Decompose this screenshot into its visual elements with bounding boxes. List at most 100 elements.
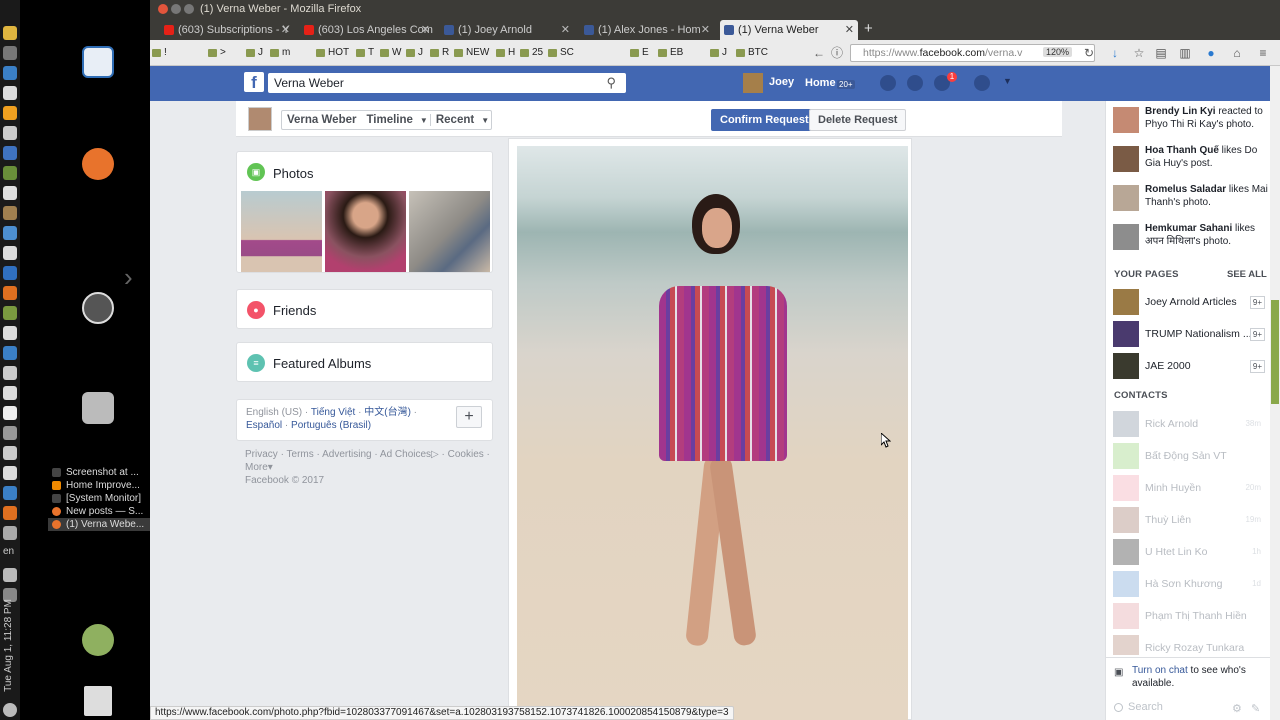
bookmark-item[interactable]: EB [658,46,683,60]
bookmark-item[interactable]: T [356,46,374,60]
bookmark-item[interactable]: J [710,46,727,60]
task-window[interactable]: Home Improve... [48,479,150,492]
contact-item[interactable]: Phạm Thị Thanh Hiền [1113,603,1265,629]
bookmark-item[interactable]: 25 [520,46,543,60]
add-language-button[interactable]: + [456,406,482,428]
footer-link[interactable]: More [245,462,268,473]
photo-thumbnail[interactable] [241,191,322,272]
task-window[interactable]: (1) Verna Webe... [48,518,150,531]
reader-icon[interactable]: ▤ [1154,46,1168,60]
caret-down-icon[interactable]: ▼ [418,116,430,125]
contact-item[interactable]: Minh Huyền 20m [1113,475,1265,501]
photo-thumbnail[interactable] [325,191,406,272]
bookmark-item[interactable]: SC [548,46,574,60]
user-icon[interactable] [82,624,114,656]
launcher-app-icon[interactable] [3,46,17,60]
fb-search-input[interactable]: Verna Weber ⚲ [268,73,626,93]
bookmark-item[interactable]: J [246,46,263,60]
launcher-app-icon[interactable] [3,426,17,440]
launcher-app-icon[interactable] [3,226,17,240]
clock[interactable]: Tue Aug 1, 11:28 PM [0,599,20,700]
ticker-item[interactable]: Brendy Lin Kyi reacted to Phyo Thi Ri Ka… [1113,106,1268,133]
launcher-app-icon[interactable] [3,186,17,200]
facebook-logo[interactable]: f [244,72,264,92]
bookmark-item[interactable]: R [430,46,449,60]
bookmark-item[interactable]: H [496,46,515,60]
tab-los-angeles[interactable]: (603) Los Angeles Com ✕ [300,20,434,40]
wifi-icon[interactable] [3,526,17,540]
library-icon[interactable]: ▥ [1178,46,1192,60]
breadcrumb-recent[interactable]: Recent [429,114,480,126]
power-icon[interactable] [3,703,17,717]
turn-on-chat-link[interactable]: Turn on chat [1132,665,1188,676]
home-link[interactable]: Home [805,77,836,89]
close-tab-icon[interactable]: ✕ [421,20,430,40]
launcher-app-icon[interactable] [3,366,17,380]
launcher-app-icon[interactable] [3,486,17,500]
language-link[interactable]: Español [246,420,282,431]
trash-icon[interactable] [84,686,112,716]
ticker-item[interactable]: Hemkumar Sahani likes अपन मिथिला's photo… [1113,223,1268,250]
friend-requests-icon[interactable] [880,75,896,91]
search-icon[interactable]: ⚲ [606,73,616,93]
bookmark-item[interactable]: m [270,46,290,60]
tab-joey-arnold[interactable]: (1) Joey Arnold ✕ [440,20,574,40]
task-window[interactable]: New posts — S... [48,505,150,518]
ticker-item[interactable]: Romelus Saladar likes Mai Thanh's photo. [1113,184,1268,211]
close-tab-icon[interactable]: ✕ [701,20,710,40]
featured-albums-title[interactable]: Featured Albums [273,356,371,371]
bookmark-item[interactable]: W [380,46,401,60]
document-icon[interactable] [82,46,114,78]
close-tab-icon[interactable]: ✕ [281,20,290,40]
breadcrumb-timeline[interactable]: Timeline [361,114,417,126]
language-link[interactable]: Português (Brasil) [291,420,371,431]
bookmark-item[interactable]: ! [152,46,167,60]
footer-link[interactable]: Ad Choices [380,449,431,460]
launcher-app-icon[interactable] [3,286,17,300]
launcher-app-icon[interactable] [3,506,17,520]
page-item[interactable]: JAE 2000 9+ [1113,353,1265,379]
bookmark-item[interactable]: HOT [316,46,349,60]
profile-avatar[interactable] [248,107,272,131]
contact-item[interactable]: Ricky Rozay Tunkara [1113,635,1265,655]
keyboard-language[interactable]: en [3,546,14,557]
bookmark-star-icon[interactable]: ☆ [1132,46,1146,60]
delete-request-button[interactable]: Delete Request [809,109,907,131]
caret-down-icon[interactable]: ▼ [479,116,491,125]
maximize-window-button[interactable] [184,4,194,14]
friends-title[interactable]: Friends [273,303,316,318]
launcher-app-icon[interactable] [3,166,17,180]
language-link[interactable]: 中文(台灣) [364,407,411,418]
footer-link[interactable]: Cookies [448,449,484,460]
contact-item[interactable]: Hà Sơn Khương 1d [1113,571,1265,597]
launcher-app-icon[interactable] [3,126,17,140]
footer-link[interactable]: Terms [287,449,314,460]
launcher-app-icon[interactable] [3,386,17,400]
page-item[interactable]: Joey Arnold Articles 9+ [1113,289,1265,315]
contact-item[interactable]: Thuỳ Liên 19m [1113,507,1265,533]
launcher-app-icon[interactable] [3,206,17,220]
archive-icon[interactable] [82,392,114,424]
launcher-app-icon[interactable] [3,326,17,340]
info-icon[interactable]: ⓘ [830,46,844,60]
bookmark-item[interactable]: BTC [736,46,768,60]
language-link[interactable]: Tiếng Việt [311,407,355,418]
launcher-app-icon[interactable] [3,246,17,260]
reload-icon[interactable]: ↻ [1082,46,1096,60]
launcher-app-icon[interactable] [3,406,17,420]
page-item[interactable]: TRUMP Nationalism ... 9+ [1113,321,1265,347]
launcher-app-icon[interactable] [3,346,17,360]
ticker-item[interactable]: Hoa Thanh Quế likes Do Gia Huy's post. [1113,145,1268,172]
photo-thumbnail[interactable] [409,191,490,272]
contact-item[interactable]: U Htet Lin Ko 1h [1113,539,1265,565]
gear-icon[interactable]: ⚙ [1232,702,1242,715]
minimize-window-button[interactable] [171,4,181,14]
bookmark-item[interactable]: E [630,46,649,60]
volume-icon[interactable] [3,568,17,582]
compose-icon[interactable]: ✎ [1251,702,1260,715]
footer-link[interactable]: Advertising [322,449,371,460]
contact-item[interactable]: Rick Arnold 38m [1113,411,1265,437]
contact-item[interactable]: Bất Động Sản VT [1113,443,1265,469]
launcher-app-icon[interactable] [3,86,17,100]
launcher-app-icon[interactable] [3,266,17,280]
